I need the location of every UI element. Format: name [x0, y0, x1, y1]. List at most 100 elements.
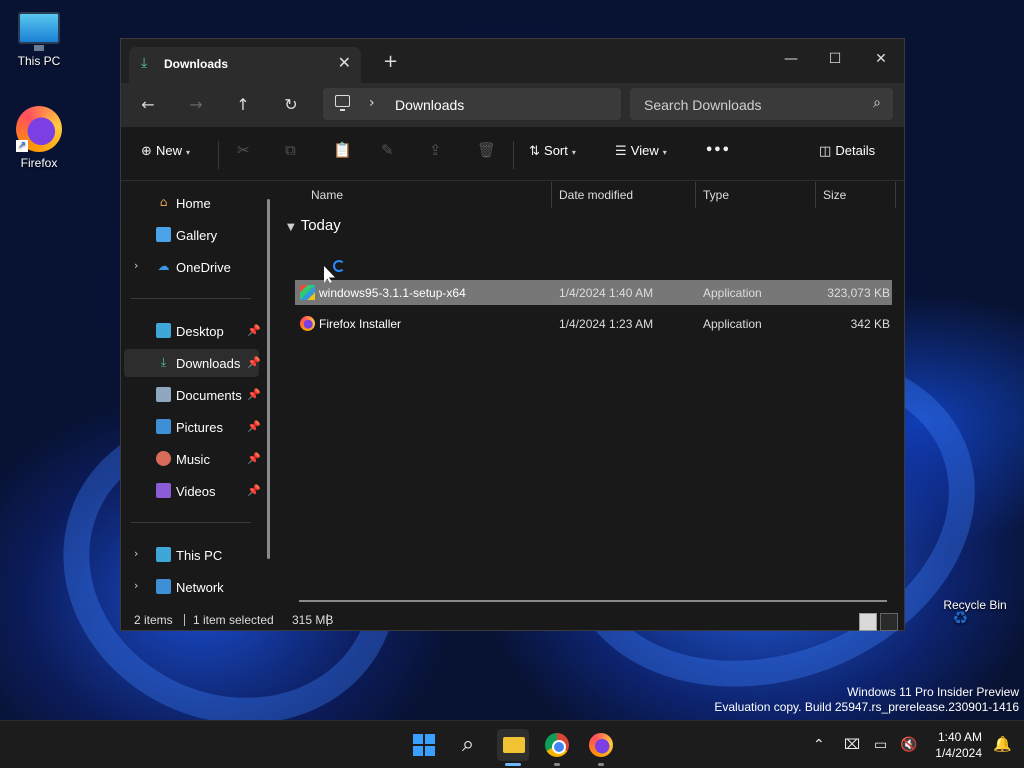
forward-button[interactable]: → [181, 91, 211, 119]
sidebar-item-videos[interactable]: Videos 📌 [124, 477, 261, 505]
tiles-view-button[interactable] [880, 613, 898, 631]
column-divider[interactable] [551, 182, 552, 208]
horizontal-scrollbar[interactable] [299, 600, 887, 602]
network-icon [156, 579, 171, 594]
column-divider[interactable] [895, 182, 896, 208]
search-icon[interactable]: ⌕ [873, 95, 881, 111]
watermark-line-2: Evaluation copy. Build 25947.rs_prerelea… [714, 700, 1019, 714]
column-header-type[interactable]: Type [703, 188, 729, 214]
chevron-down-icon: ▼ [287, 222, 295, 233]
sidebar-divider [131, 522, 251, 523]
up-button[interactable]: ↑ [228, 91, 258, 119]
sidebar-divider [131, 298, 251, 299]
column-divider[interactable] [695, 182, 696, 208]
network-disconnected-icon[interactable]: ⌧ [844, 737, 860, 753]
sidebar-item-this-pc[interactable]: › This PC [124, 541, 259, 569]
firefox-icon[interactable] [589, 733, 613, 757]
file-date: 1/4/2024 1:40 AM [559, 286, 654, 300]
busy-spinner-icon [333, 260, 345, 272]
sidebar-item-pictures[interactable]: Pictures 📌 [124, 413, 261, 441]
refresh-button[interactable]: ↻ [276, 91, 306, 119]
sidebar-item-downloads[interactable]: ⤓ Downloads 📌 [124, 349, 261, 377]
sidebar-item-gallery[interactable]: Gallery [124, 221, 259, 249]
close-tab-icon[interactable]: ✕ [338, 53, 351, 72]
tab-downloads[interactable]: ⤓ Downloads ✕ [129, 47, 361, 83]
column-header-size[interactable]: Size [823, 188, 846, 214]
chrome-icon[interactable] [545, 733, 569, 757]
more-options-icon[interactable]: ••• [705, 143, 730, 158]
sidebar-item-music[interactable]: Music 📌 [124, 445, 261, 473]
desktop-icon-recycle-bin[interactable]: Recycle Bin [937, 598, 1013, 612]
address-bar[interactable]: › Downloads [323, 88, 621, 120]
clock-time: 1:40 AM [937, 730, 982, 744]
system-clock[interactable]: 1:40 AM 1/4/2024 [935, 729, 982, 761]
sidebar-item-desktop[interactable]: Desktop 📌 [124, 317, 261, 345]
share-icon[interactable]: ⇪ [429, 141, 442, 159]
start-button[interactable] [408, 729, 440, 761]
navigation-bar: ← → ↑ ↻ › Downloads Search Downloads ⌕ [121, 83, 904, 127]
document-icon [156, 387, 171, 402]
desktop-icon [156, 323, 171, 338]
view-button[interactable]: ☰ View ▾ [615, 143, 667, 159]
firefox-icon: ↗ [16, 106, 62, 152]
maximize-button[interactable]: ☐ [813, 45, 857, 73]
desktop-icon-this-pc[interactable]: This PC [1, 12, 77, 68]
minimize-button[interactable]: — [769, 45, 813, 73]
pc-icon [156, 547, 171, 562]
sidebar-scrollbar[interactable] [267, 199, 270, 559]
file-explorer-window: ⤓ Downloads ✕ + — ☐ ✕ ← → ↑ ↻ › Download… [120, 38, 905, 631]
paste-icon[interactable]: 📋 [333, 141, 352, 159]
back-button[interactable]: ← [133, 91, 163, 119]
pin-icon[interactable]: 📌 [247, 452, 261, 465]
sidebar-item-label: Documents [176, 388, 242, 403]
file-list: Name Date modified Type Size ▼ Today wind… [279, 182, 905, 612]
close-window-button[interactable]: ✕ [859, 45, 903, 73]
sidebar-item-label: OneDrive [176, 260, 231, 275]
sort-button[interactable]: ⇅ Sort ▾ [529, 143, 576, 159]
pin-icon[interactable]: 📌 [247, 324, 261, 337]
application-icon [300, 285, 315, 300]
sidebar-item-network[interactable]: › Network [124, 573, 259, 601]
search-box[interactable]: Search Downloads ⌕ [630, 88, 893, 120]
display-icon[interactable]: ▭ [874, 737, 887, 753]
notification-bell-icon[interactable]: 🔔 [993, 735, 1012, 753]
new-tab-button[interactable]: + [383, 51, 398, 72]
sidebar-item-label: Network [176, 580, 224, 595]
column-header-name[interactable]: Name [311, 188, 343, 214]
pin-icon[interactable]: 📌 [247, 484, 261, 497]
file-row[interactable]: Firefox Installer 1/4/2024 1:23 AM Appli… [295, 311, 892, 336]
chevron-right-icon[interactable]: › [134, 259, 138, 272]
copy-icon[interactable]: ⧉ [285, 141, 296, 159]
volume-muted-icon[interactable]: 🔇 [900, 737, 917, 753]
monitor-icon [18, 12, 60, 51]
chevron-right-icon[interactable]: › [134, 547, 138, 560]
chevron-right-icon[interactable]: › [134, 579, 138, 592]
pin-icon[interactable]: 📌 [247, 356, 261, 369]
new-button[interactable]: ⊕ New ▾ [141, 143, 190, 159]
pin-icon[interactable]: 📌 [247, 388, 261, 401]
pin-icon[interactable]: 📌 [247, 420, 261, 433]
sidebar-item-label: Downloads [176, 356, 241, 371]
rename-icon[interactable]: ✎ [381, 141, 394, 159]
picture-icon [156, 419, 171, 434]
item-count: 2 items [134, 613, 173, 627]
breadcrumb-downloads[interactable]: Downloads [395, 97, 464, 113]
sidebar-item-home[interactable]: ⌂ Home [124, 189, 259, 217]
details-view-button[interactable] [859, 613, 877, 631]
file-row[interactable]: windows95-3.1.1-setup-x64 1/4/2024 1:40 … [295, 280, 892, 305]
details-button[interactable]: ◫ Details [819, 143, 875, 159]
file-explorer-taskbar-icon[interactable] [497, 729, 529, 761]
cut-icon[interactable]: ✂ [237, 141, 250, 159]
sidebar-item-documents[interactable]: Documents 📌 [124, 381, 261, 409]
sidebar-item-onedrive[interactable]: › ☁ OneDrive [124, 253, 259, 281]
chevron-right-icon[interactable]: › [369, 95, 375, 111]
group-header-today[interactable]: ▼ Today [287, 217, 341, 234]
column-header-date-modified[interactable]: Date modified [559, 188, 633, 214]
chevron-up-icon[interactable]: ⌃ [813, 737, 825, 753]
delete-icon[interactable]: 🗑 [477, 141, 496, 159]
download-icon: ⤓ [160, 355, 167, 369]
column-divider[interactable] [815, 182, 816, 208]
search-icon[interactable]: ⌕ [452, 729, 484, 761]
title-bar[interactable]: ⤓ Downloads ✕ + — ☐ ✕ [121, 39, 904, 83]
desktop-icon-firefox[interactable]: ↗ Firefox [1, 106, 77, 170]
